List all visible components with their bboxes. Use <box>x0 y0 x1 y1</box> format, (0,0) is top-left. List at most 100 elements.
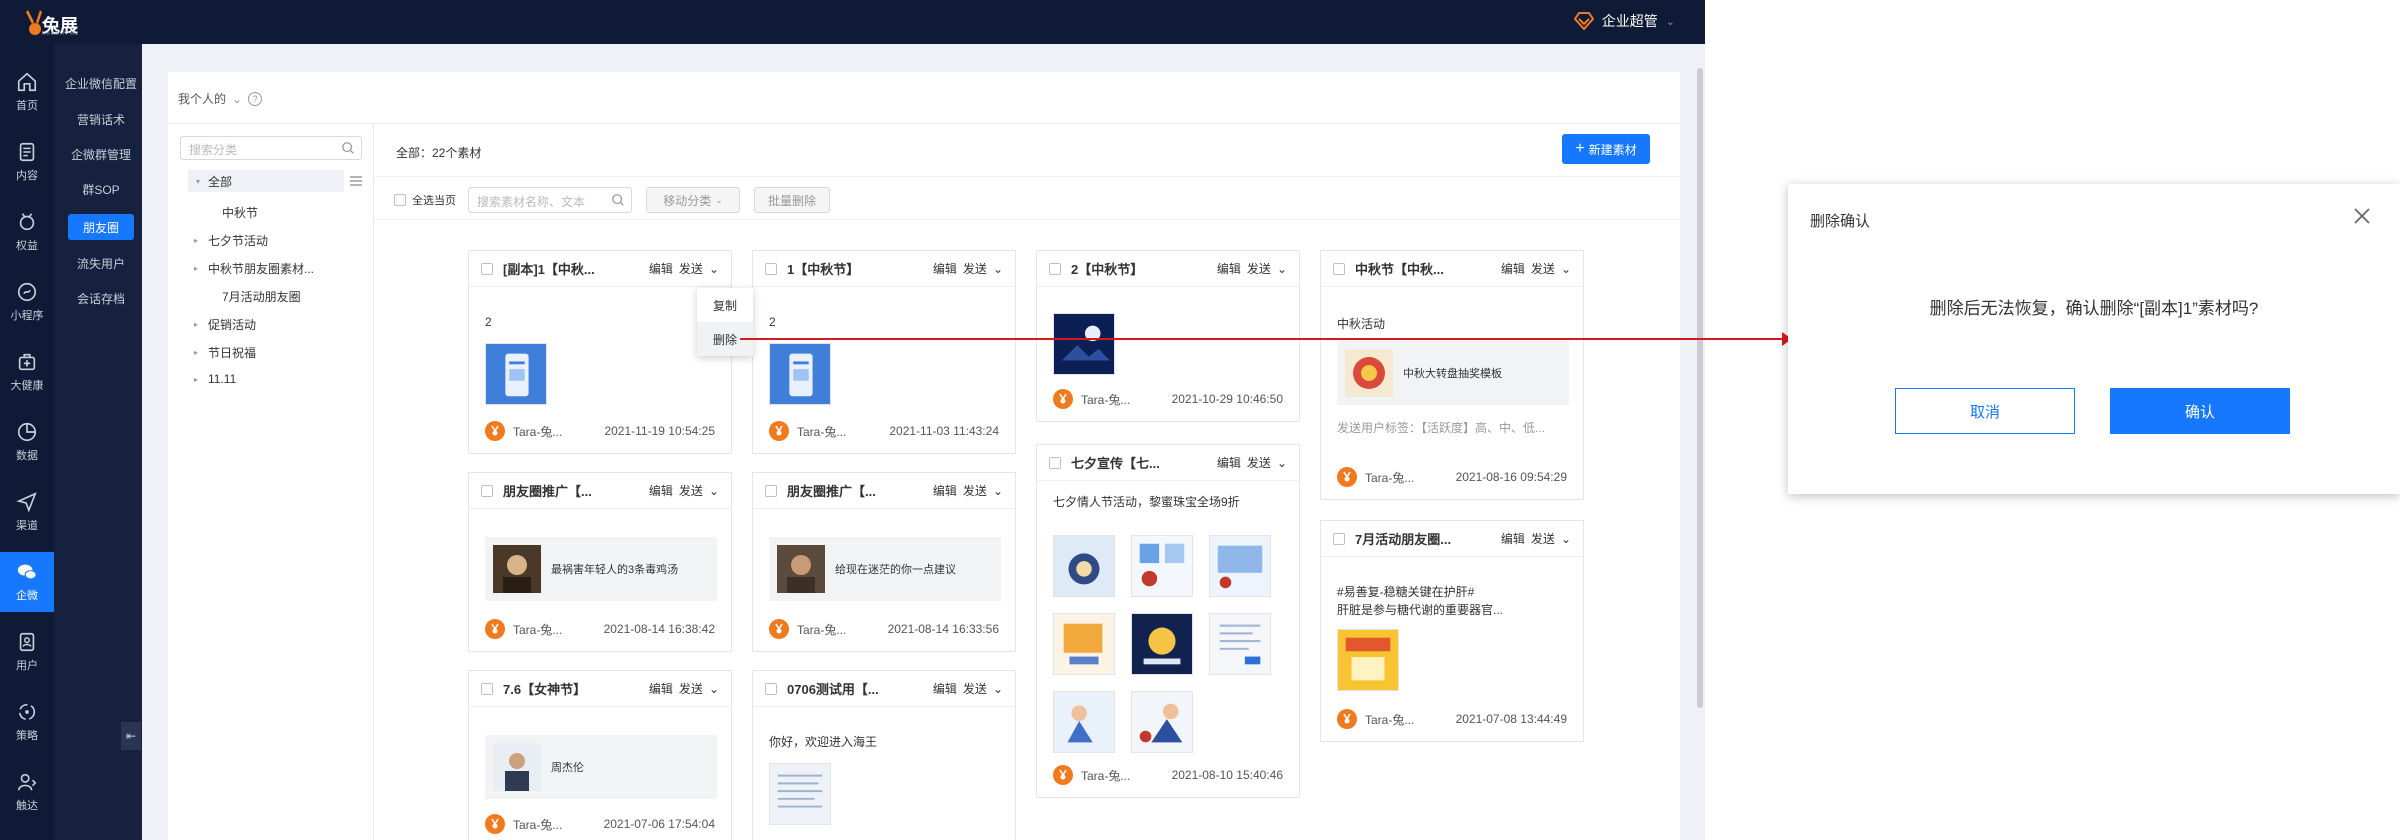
material-card[interactable]: 七夕宣传【七... 编辑 发送 ⌄ 七夕情人节活动，黎蜜珠宝全场9折 Tara-兔.… <box>1036 444 1300 798</box>
submenu-item-chat-archive[interactable]: 会话存档 <box>60 285 142 311</box>
category-item[interactable]: ▸ 节日祝福 <box>194 344 256 361</box>
material-card[interactable]: 朋友圈推广【... 编辑 发送 ⌄ 最祸害年轻人的3条毒鸡汤 Tara-兔... 2… <box>468 472 732 652</box>
avatar <box>485 421 505 441</box>
submenu-item-marketing-scripts[interactable]: 营销话术 <box>60 106 142 132</box>
card-checkbox[interactable] <box>481 484 493 497</box>
select-all-checkbox[interactable]: 全选当页 <box>394 192 456 208</box>
edit-link[interactable]: 编辑 <box>933 260 957 277</box>
category-item[interactable]: 7月活动朋友圈 <box>222 288 301 305</box>
category-item[interactable]: ▸ 促销活动 <box>194 316 256 333</box>
card-checkbox[interactable] <box>1049 456 1061 469</box>
category-item[interactable]: ▸ 11.11 <box>194 372 236 386</box>
menu-icon[interactable] <box>350 176 362 186</box>
material-search-input[interactable]: 搜索素材名称、文本 <box>468 187 632 213</box>
rail-item-miniprogram[interactable]: 小程序 <box>0 272 54 332</box>
edit-link[interactable]: 编辑 <box>649 260 673 277</box>
card-checkbox[interactable] <box>765 682 777 695</box>
chevron-down-icon[interactable]: ⌄ <box>993 484 1003 498</box>
card-checkbox[interactable] <box>1333 532 1345 545</box>
card-checkbox[interactable] <box>765 262 777 275</box>
send-link[interactable]: 发送 <box>1247 260 1271 277</box>
edit-link[interactable]: 编辑 <box>1217 260 1241 277</box>
page-scrollbar[interactable] <box>1697 68 1703 708</box>
close-icon[interactable] <box>2350 204 2374 228</box>
link-thumbnail <box>493 743 541 791</box>
rail-item-channel[interactable]: 渠道 <box>0 482 54 542</box>
rail-item-wecom[interactable]: 企微 <box>0 552 54 612</box>
material-card[interactable]: 朋友圈推广【... 编辑 发送 ⌄ 给现在迷茫的你一点建议 Tara-兔... 20… <box>752 472 1016 652</box>
edit-link[interactable]: 编辑 <box>933 680 957 697</box>
help-icon[interactable]: ? <box>248 91 263 106</box>
collapse-toggle[interactable]: ⇤ <box>121 722 141 750</box>
send-link[interactable]: 发送 <box>679 680 703 697</box>
card-text: 七夕情人节活动，黎蜜珠宝全场9折 <box>1053 495 1240 509</box>
category-item[interactable]: ▸ 七夕节活动 <box>194 232 268 249</box>
new-material-button[interactable]: + 新建素材 <box>1562 134 1650 164</box>
rail-item-data[interactable]: 数据 <box>0 412 54 472</box>
card-checkbox[interactable] <box>1049 262 1061 275</box>
chevron-down-icon[interactable]: ⌄ <box>709 262 719 276</box>
edit-link[interactable]: 编辑 <box>1501 260 1525 277</box>
confirm-button[interactable]: 确认 <box>2110 388 2290 434</box>
rail-item-rights[interactable]: 权益 <box>0 202 54 262</box>
submenu-item-group-manage[interactable]: 企微群管理 <box>60 141 142 167</box>
card-checkbox[interactable] <box>765 484 777 497</box>
submenu-item-group-sop[interactable]: 群SOP <box>60 176 142 202</box>
category-search-input[interactable]: 搜索分类 <box>180 136 362 160</box>
admin-menu[interactable]: 企业超管 ⌄ <box>1573 11 1675 31</box>
category-item[interactable]: 中秋节 <box>222 204 258 221</box>
copy-menu-item[interactable]: 复制 <box>697 288 753 322</box>
chevron-down-icon[interactable]: ⌄ <box>1277 456 1287 470</box>
card-checkbox[interactable] <box>481 682 493 695</box>
rail-item-content[interactable]: 内容 <box>0 132 54 192</box>
batch-delete-button[interactable]: 批量删除 <box>754 187 830 213</box>
chevron-down-icon[interactable]: ⌄ <box>993 682 1003 696</box>
edit-link[interactable]: 编辑 <box>649 680 673 697</box>
send-link[interactable]: 发送 <box>679 482 703 499</box>
material-card[interactable]: [副本]1【中秋... 编辑 发送 ⌄ 2 Tara-兔... 2021-11-19… <box>468 250 732 454</box>
chevron-down-icon[interactable]: ⌄ <box>1561 262 1571 276</box>
checkbox[interactable] <box>394 194 406 206</box>
category-all[interactable]: ▾ 全部 <box>188 170 344 192</box>
chevron-down-icon[interactable]: ⌄ <box>993 262 1003 276</box>
rail-item-health[interactable]: 大健康 <box>0 342 54 402</box>
chevron-down-icon[interactable]: ⌄ <box>709 682 719 696</box>
scope-dropdown[interactable]: 我个人的 ⌄ ? <box>178 90 263 107</box>
rail-item-home[interactable]: 首页 <box>0 62 54 122</box>
send-link[interactable]: 发送 <box>963 260 987 277</box>
material-search-placeholder: 搜索素材名称、文本 <box>477 195 586 209</box>
send-link[interactable]: 发送 <box>963 482 987 499</box>
submenu-item-wecom-config[interactable]: 企业微信配置 <box>60 70 142 96</box>
rail-item-reach[interactable]: 触达 <box>0 762 54 822</box>
edit-link[interactable]: 编辑 <box>933 482 957 499</box>
chevron-down-icon[interactable]: ⌄ <box>1277 262 1287 276</box>
edit-link[interactable]: 编辑 <box>1501 530 1525 547</box>
chevron-down-icon[interactable]: ⌄ <box>1561 532 1571 546</box>
material-card[interactable]: 2【中秋节】 编辑 发送 ⌄ Tara-兔... 2021-10-29 10:46:… <box>1036 250 1300 422</box>
submenu-item-moments[interactable]: 朋友圈 <box>68 214 134 240</box>
material-card[interactable]: 7.6【女神节】 编辑 发送 ⌄ 周杰伦 Tara-兔... 2021-07-06 … <box>468 670 732 840</box>
move-category-button[interactable]: 移动分类 ⌄ <box>646 187 740 213</box>
material-card[interactable]: 7月活动朋友圈... 编辑 发送 ⌄ #易善复-稳糖关键在护肝# 肝脏是参与糖代谢的… <box>1320 520 1584 742</box>
rail-item-users[interactable]: 用户 <box>0 622 54 682</box>
category-item[interactable]: ▸ 中秋节朋友圈素材... <box>194 260 314 277</box>
send-link[interactable]: 发送 <box>679 260 703 277</box>
material-card[interactable]: 1【中秋节】 编辑 发送 ⌄ 2 Tara-兔... 2021-11-03 11:4… <box>752 250 1016 454</box>
send-link[interactable]: 发送 <box>1247 454 1271 471</box>
link-title: 中秋大转盘抽奖模板 <box>1403 368 1502 380</box>
submenu-item-lost-users[interactable]: 流失用户 <box>60 250 142 276</box>
rail-item-strategy[interactable]: 策略 <box>0 692 54 752</box>
send-link[interactable]: 发送 <box>963 680 987 697</box>
material-card[interactable]: 0706测试用【... 编辑 发送 ⌄ 你好，欢迎进入海王 <box>752 670 1016 840</box>
send-link[interactable]: 发送 <box>1531 260 1555 277</box>
poster-thumbnail <box>1209 535 1271 597</box>
material-card[interactable]: 中秋节【中秋... 编辑 发送 ⌄ 中秋活动 中秋大转盘抽奖模板 发送用户标签：【活… <box>1320 250 1584 500</box>
card-checkbox[interactable] <box>481 262 493 275</box>
send-link[interactable]: 发送 <box>1531 530 1555 547</box>
chevron-down-icon[interactable]: ⌄ <box>709 484 719 498</box>
edit-link[interactable]: 编辑 <box>649 482 673 499</box>
card-checkbox[interactable] <box>1333 262 1345 275</box>
card-header: 1【中秋节】 编辑 发送 ⌄ <box>753 251 1015 287</box>
edit-link[interactable]: 编辑 <box>1217 454 1241 471</box>
cancel-button[interactable]: 取消 <box>1895 388 2075 434</box>
